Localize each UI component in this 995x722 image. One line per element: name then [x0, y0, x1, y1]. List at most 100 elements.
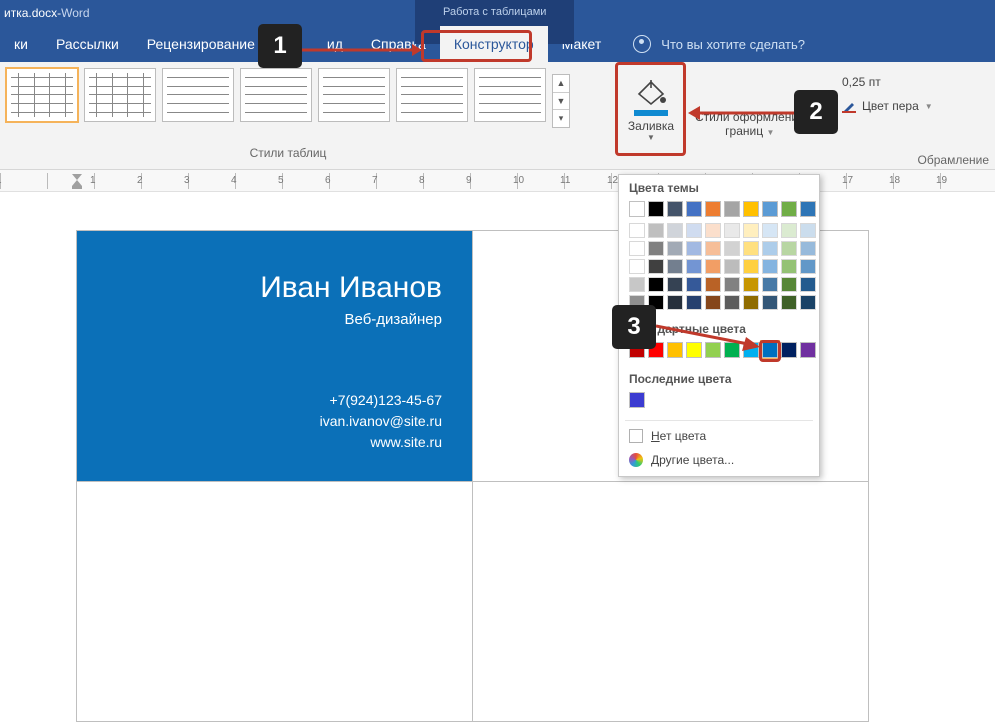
color-swatch[interactable]	[724, 223, 740, 238]
color-swatch[interactable]	[686, 241, 702, 256]
color-swatch[interactable]	[629, 223, 645, 238]
color-swatch[interactable]	[781, 241, 797, 256]
table-style-2[interactable]	[84, 68, 156, 122]
color-swatch[interactable]	[648, 259, 664, 274]
color-swatch[interactable]	[800, 201, 816, 217]
color-swatch[interactable]	[667, 259, 683, 274]
chevron-down-icon: ▼	[925, 102, 933, 111]
color-swatch[interactable]	[724, 259, 740, 274]
color-swatch[interactable]	[648, 277, 664, 292]
callout-1-highlight	[421, 30, 532, 62]
color-swatch[interactable]	[705, 223, 721, 238]
border-styles-button[interactable]: Стили оформления границ ▼	[695, 68, 805, 139]
callout-2-highlight	[615, 62, 686, 156]
card-role: Веб-дизайнер	[107, 311, 442, 328]
table-cell-filled[interactable]: Иван Иванов Веб-дизайнер +7(924)123-45-6…	[77, 231, 473, 482]
color-swatch[interactable]	[667, 295, 683, 310]
color-swatch[interactable]	[705, 241, 721, 256]
color-swatch[interactable]	[762, 277, 778, 292]
theme-colors-row	[619, 199, 819, 223]
color-swatch[interactable]	[781, 259, 797, 274]
color-swatch[interactable]	[724, 277, 740, 292]
table-style-1[interactable]	[6, 68, 78, 122]
table-styles-more[interactable]: ▲▼▾	[552, 74, 570, 128]
table-cell-empty[interactable]	[473, 482, 869, 722]
callout-number-3: 3	[612, 305, 656, 349]
theme-colors-label: Цвета темы	[619, 175, 819, 199]
arrow-3-icon	[656, 320, 760, 352]
color-swatch[interactable]	[762, 241, 778, 256]
more-colors-item[interactable]: Другие цвета...	[619, 448, 819, 472]
color-swatch[interactable]	[724, 295, 740, 310]
tell-me-search[interactable]: Что вы хотите сделать?	[633, 35, 805, 53]
empty-box-icon	[629, 429, 643, 443]
color-swatch[interactable]	[705, 295, 721, 310]
color-swatch[interactable]	[667, 201, 683, 217]
color-swatch[interactable]	[781, 201, 797, 217]
color-swatch[interactable]	[648, 241, 664, 256]
pen-icon	[842, 99, 856, 113]
color-swatch[interactable]	[705, 201, 721, 217]
color-swatch[interactable]	[686, 201, 702, 217]
color-swatch[interactable]	[762, 295, 778, 310]
callout-number-1: 1	[258, 24, 302, 68]
table-style-6[interactable]	[396, 68, 468, 122]
color-swatch[interactable]	[762, 201, 778, 217]
table-cell-empty[interactable]	[77, 482, 473, 722]
color-swatch[interactable]	[743, 295, 759, 310]
ribbon: ▲▼▾ Стили таблиц Заливка ▼ Стили оформле…	[0, 62, 995, 170]
table-styles-gallery[interactable]: ▲▼▾	[0, 62, 576, 128]
color-swatch[interactable]	[629, 259, 645, 274]
color-swatch[interactable]	[800, 295, 816, 310]
no-color-item[interactable]: Нет цвета	[619, 424, 819, 448]
color-swatch[interactable]	[762, 259, 778, 274]
color-swatch[interactable]	[800, 241, 816, 256]
table-style-5[interactable]	[318, 68, 390, 122]
color-swatch[interactable]	[705, 277, 721, 292]
color-swatch[interactable]	[800, 259, 816, 274]
color-swatch[interactable]	[705, 259, 721, 274]
document-area[interactable]: Иван Иванов Веб-дизайнер +7(924)123-45-6…	[0, 192, 995, 680]
color-swatch[interactable]	[667, 223, 683, 238]
color-swatch[interactable]	[743, 259, 759, 274]
tab-mailings[interactable]: Рассылки	[42, 26, 133, 62]
color-swatch[interactable]	[724, 241, 740, 256]
color-swatch[interactable]	[800, 277, 816, 292]
color-swatch[interactable]	[629, 277, 645, 292]
color-swatch[interactable]	[800, 342, 816, 358]
color-swatch[interactable]	[648, 223, 664, 238]
color-swatch[interactable]	[781, 295, 797, 310]
color-swatch[interactable]	[781, 277, 797, 292]
color-swatch[interactable]	[743, 241, 759, 256]
color-swatch[interactable]	[686, 295, 702, 310]
table-style-3[interactable]	[162, 68, 234, 122]
color-swatch[interactable]	[743, 277, 759, 292]
color-swatch[interactable]	[667, 241, 683, 256]
document-filename: итка.docx	[4, 6, 57, 20]
tab-review[interactable]: Рецензирование	[133, 26, 269, 62]
color-swatch[interactable]	[781, 223, 797, 238]
color-swatch[interactable]	[686, 223, 702, 238]
table-style-7[interactable]	[474, 68, 546, 122]
styles-group-label: Стили таблиц	[0, 146, 576, 160]
color-swatch[interactable]	[800, 223, 816, 238]
table-style-4[interactable]	[240, 68, 312, 122]
color-swatch[interactable]	[686, 277, 702, 292]
color-swatch[interactable]	[724, 201, 740, 217]
border-weight-dropdown[interactable]: 0,25 пт	[842, 70, 933, 94]
pen-color-dropdown[interactable]: Цвет пера ▼	[842, 94, 933, 118]
color-swatch[interactable]	[648, 201, 664, 217]
color-swatch[interactable]	[667, 277, 683, 292]
color-swatch[interactable]	[781, 342, 797, 358]
color-swatch[interactable]	[629, 241, 645, 256]
color-swatch[interactable]	[762, 223, 778, 238]
horizontal-ruler[interactable]	[0, 170, 995, 192]
border-options: 0,25 пт Цвет пера ▼	[842, 70, 933, 118]
color-swatch[interactable]	[686, 259, 702, 274]
tab-fragment-left[interactable]: ки	[0, 26, 42, 62]
color-swatch[interactable]	[743, 223, 759, 238]
color-swatch[interactable]	[743, 201, 759, 217]
color-swatch[interactable]	[629, 201, 645, 217]
title-bar: итка.docx - Word Работа с таблицами	[0, 0, 995, 26]
recent-color-swatch[interactable]	[629, 392, 645, 408]
